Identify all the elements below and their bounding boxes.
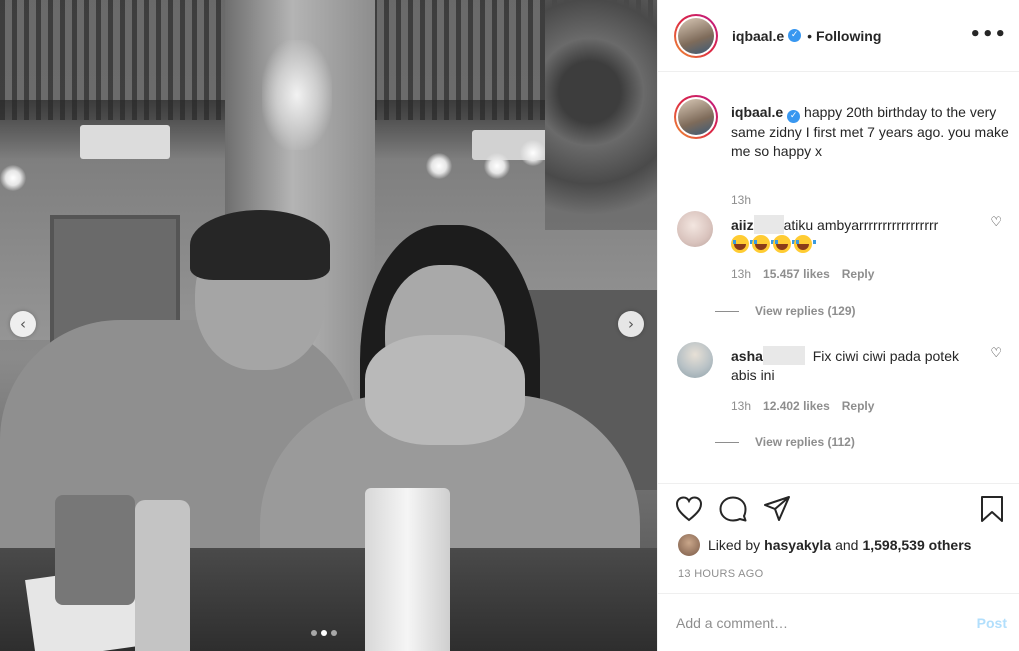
author-username[interactable]: iqbaal.e: [732, 28, 784, 44]
share-send-icon[interactable]: [762, 494, 792, 524]
carousel-dot-active: [321, 630, 327, 636]
carousel-dots: [311, 630, 337, 636]
caption-username[interactable]: iqbaal.e: [731, 104, 783, 120]
comment-likes[interactable]: 15.457 likes: [763, 267, 830, 281]
photo-air-conditioner: [80, 125, 170, 159]
post-timestamp[interactable]: 13 HOURS AGO: [678, 568, 764, 580]
comment-time[interactable]: 13h: [731, 399, 751, 413]
liker-avatar[interactable]: [678, 534, 700, 556]
caption-avatar[interactable]: [674, 95, 718, 139]
comment-text: aiiz atiku ambyarrrrrrrrrrrrrrrrr: [731, 215, 981, 255]
caption-text: iqbaal.e ✓ happy 20th birthday to the ver…: [731, 103, 1011, 161]
liked-by-prefix: Liked by: [708, 537, 761, 553]
crying-emoji-icon: [773, 235, 795, 253]
commenter-username[interactable]: aiiz: [731, 217, 754, 233]
replies-line: [715, 310, 739, 312]
photo-glass: [365, 488, 450, 651]
reply-button[interactable]: Reply: [842, 399, 875, 413]
view-replies-label: View replies (112): [755, 435, 855, 449]
save-bookmark-icon[interactable]: [977, 494, 1007, 524]
header-separator: •: [807, 27, 813, 44]
comment-text: asha Fix ciwi ciwi pada potek abis ini: [731, 346, 981, 385]
caption-time[interactable]: 13h: [731, 193, 751, 207]
crying-emoji-icon: [731, 235, 753, 253]
action-icons: [674, 494, 792, 524]
add-comment-bar: Post: [658, 593, 1019, 651]
more-options-icon[interactable]: •••: [969, 24, 1007, 45]
liked-by-count[interactable]: 1,598,539 others: [862, 537, 971, 553]
comment-bubble-icon[interactable]: [718, 494, 748, 524]
like-heart-icon[interactable]: [674, 494, 704, 524]
post-comment-button[interactable]: Post: [977, 615, 1007, 631]
photo-lamp: [484, 153, 510, 179]
view-replies-button[interactable]: View replies (129): [715, 304, 856, 318]
commenter-username[interactable]: asha: [731, 348, 763, 364]
carousel-dot: [331, 630, 337, 636]
verified-badge-icon: ✓: [787, 110, 801, 123]
photo-plant: [545, 0, 657, 230]
view-replies-label: View replies (129): [755, 304, 856, 318]
following-button[interactable]: Following: [816, 28, 881, 44]
replies-line: [715, 441, 739, 443]
post-actions: Liked by hasyakyla and 1,598,539 others …: [658, 483, 1019, 593]
carousel-dot: [311, 630, 317, 636]
verified-badge-icon: ✓: [788, 29, 802, 42]
view-replies-button[interactable]: View replies (112): [715, 435, 855, 449]
photo-sauce-bottle: [135, 500, 190, 651]
comments-list[interactable]: iqbaal.e ✓ happy 20th birthday to the ver…: [658, 73, 1019, 483]
comment-likes[interactable]: 12.402 likes: [763, 399, 830, 413]
photo-lamp: [426, 153, 452, 179]
redaction-box: [762, 346, 805, 365]
crying-emoji-icon: [752, 235, 774, 253]
reply-button[interactable]: Reply: [842, 267, 875, 281]
photo-lamp: [520, 140, 546, 166]
photo-wall-light: [262, 40, 332, 150]
comment-body: atiku ambyarrrrrrrrrrrrrrrrr: [783, 217, 939, 233]
comment-meta: 13h 15.457 likes Reply: [731, 267, 874, 281]
comment-time[interactable]: 13h: [731, 267, 751, 281]
post-side-panel: iqbaal.e ✓ • Following ••• iqbaal.e ✓ hap…: [657, 0, 1019, 651]
commenter-avatar[interactable]: [677, 342, 713, 378]
photo-lamp: [0, 165, 26, 191]
post-header: iqbaal.e ✓ • Following •••: [658, 0, 1019, 72]
crying-emoji-icon: [794, 235, 816, 253]
photo-jar: [55, 495, 135, 605]
post-photo[interactable]: ‹ ›: [0, 0, 657, 651]
commenter-avatar[interactable]: [677, 211, 713, 247]
comment-like-heart-icon[interactable]: ♡: [990, 215, 1002, 230]
comment-meta: 13h 12.402 likes Reply: [731, 399, 874, 413]
redaction-box: [753, 215, 784, 234]
comment-like-heart-icon[interactable]: ♡: [990, 346, 1002, 361]
carousel-prev-button[interactable]: ‹: [10, 311, 36, 337]
author-avatar[interactable]: [674, 13, 718, 58]
liked-by-user[interactable]: hasyakyla: [764, 537, 831, 553]
liked-by-and: and: [835, 537, 859, 553]
liked-by-summary: Liked by hasyakyla and 1,598,539 others: [678, 534, 971, 556]
add-comment-input[interactable]: [676, 614, 977, 631]
carousel-next-button[interactable]: ›: [618, 311, 644, 337]
